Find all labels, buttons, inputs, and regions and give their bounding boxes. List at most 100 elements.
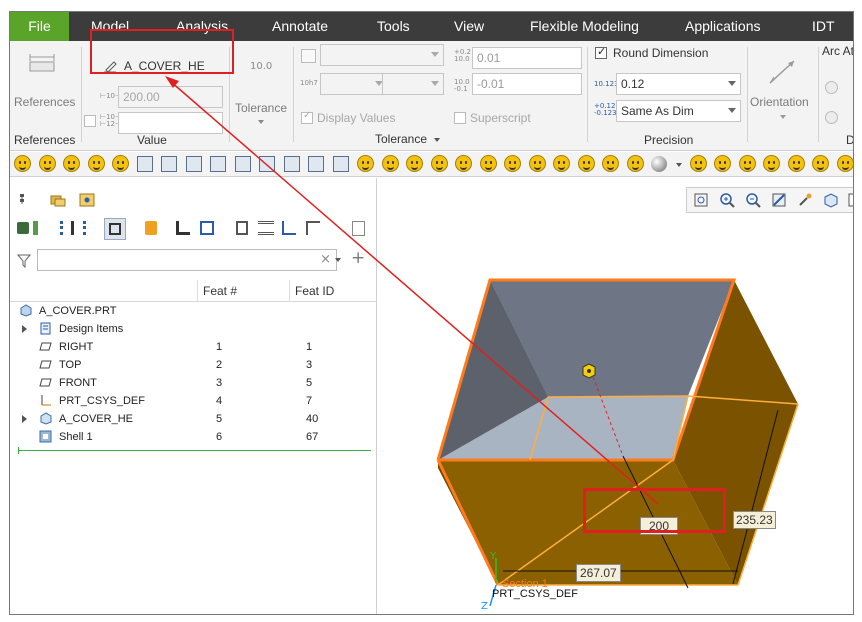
shading-dropdown-icon[interactable] bbox=[675, 163, 682, 167]
datum-point-icon[interactable] bbox=[582, 363, 596, 379]
lower-tolerance-field[interactable]: -0.01 bbox=[472, 73, 582, 95]
smiley-icon[interactable] bbox=[87, 155, 105, 172]
tree-row-feat-no: 2 bbox=[216, 359, 223, 371]
model-tree-tab-icon[interactable] bbox=[19, 193, 33, 207]
notes-icon[interactable] bbox=[352, 221, 365, 236]
upper-tolerance-field[interactable]: 0.01 bbox=[472, 47, 582, 69]
orientation-button[interactable]: Orientation bbox=[750, 45, 818, 125]
override-value-field[interactable] bbox=[118, 112, 223, 134]
menu-annotate[interactable]: Annotate bbox=[272, 12, 328, 41]
graphics-window[interactable]: 200 235.23 267.07 Section 1 PRT_CSYS_DEF… bbox=[378, 178, 853, 614]
tolerance-decimals-select[interactable]: Same As Dim bbox=[616, 100, 741, 122]
insert-here-line[interactable] bbox=[18, 450, 371, 451]
smiley-icon[interactable] bbox=[479, 155, 497, 172]
menu-view[interactable]: View bbox=[454, 12, 484, 41]
regenerate-icon[interactable] bbox=[234, 156, 251, 172]
smiley-icon[interactable] bbox=[406, 155, 423, 172]
nominal-value-field[interactable]: 200.00 bbox=[118, 86, 223, 108]
tree-row[interactable]: RIGHT 1 1 bbox=[10, 338, 377, 356]
references-button[interactable]: References bbox=[12, 45, 76, 115]
filter-funnel-icon[interactable] bbox=[17, 254, 31, 268]
tree-root[interactable]: A_COVER.PRT bbox=[10, 302, 377, 320]
tree-row[interactable]: Shell 1 6 67 bbox=[10, 428, 377, 446]
save-icon[interactable] bbox=[185, 156, 202, 172]
smiley-icon[interactable] bbox=[504, 155, 521, 172]
tolerance-group-dropdown[interactable]: Tolerance bbox=[375, 132, 455, 148]
tree-row[interactable]: PRT_CSYS_DEF 4 7 bbox=[10, 392, 377, 410]
arc-option-1-radio[interactable] bbox=[825, 81, 838, 94]
smiley-icon[interactable] bbox=[63, 155, 80, 172]
settings-toggle-icon[interactable] bbox=[104, 218, 126, 240]
column-feat-no[interactable]: Feat # bbox=[203, 284, 237, 298]
decimals-select[interactable]: 0.12 bbox=[616, 73, 741, 95]
tree-row[interactable]: Design Items bbox=[10, 320, 377, 338]
dimension-width-tag[interactable]: 267.07 bbox=[576, 564, 621, 582]
clear-search-icon[interactable]: × bbox=[320, 252, 331, 267]
smiley-icon[interactable] bbox=[763, 155, 780, 172]
smiley-icon[interactable] bbox=[553, 155, 570, 172]
smiley-icon[interactable] bbox=[14, 155, 31, 172]
find-icon[interactable] bbox=[145, 221, 157, 235]
tree-row[interactable]: A_COVER_HE 5 40 bbox=[10, 410, 377, 428]
menu-flexible-modeling[interactable]: Flexible Modeling bbox=[530, 12, 639, 41]
shading-sphere-icon[interactable] bbox=[651, 156, 667, 172]
smiley-icon[interactable] bbox=[602, 155, 619, 172]
smiley-icon[interactable] bbox=[381, 155, 399, 172]
sort-icon[interactable] bbox=[176, 221, 190, 235]
edit-icon[interactable] bbox=[332, 156, 349, 172]
expand-icon[interactable] bbox=[306, 221, 320, 235]
smiley-icon[interactable] bbox=[112, 155, 129, 172]
smiley-icon[interactable] bbox=[577, 155, 595, 172]
tolerance-class-select[interactable] bbox=[320, 73, 388, 95]
add-column-icon[interactable]: + bbox=[351, 248, 365, 268]
smiley-icon[interactable] bbox=[812, 155, 829, 172]
tree-filter-icon[interactable] bbox=[83, 221, 93, 235]
undo-icon[interactable] bbox=[259, 156, 275, 172]
new-file-icon[interactable] bbox=[161, 156, 177, 172]
layer-tree-icon[interactable] bbox=[200, 221, 214, 235]
menu-idt[interactable]: IDT bbox=[812, 12, 835, 41]
stack-icon[interactable] bbox=[258, 221, 274, 235]
tree-search-input[interactable]: × bbox=[37, 249, 337, 271]
expand-arrow-icon[interactable] bbox=[22, 325, 27, 333]
smiley-icon[interactable] bbox=[626, 155, 644, 172]
folder-browser-tab-icon[interactable] bbox=[50, 193, 66, 207]
expand-arrow-icon[interactable] bbox=[22, 415, 27, 423]
tolerance-grade-select[interactable] bbox=[382, 73, 444, 95]
smiley-icon[interactable] bbox=[836, 155, 853, 172]
smiley-icon[interactable] bbox=[455, 155, 472, 172]
list-icon[interactable] bbox=[236, 221, 248, 235]
redo-icon[interactable] bbox=[283, 156, 300, 172]
search-dropdown-icon[interactable] bbox=[335, 258, 341, 262]
smiley-icon[interactable] bbox=[714, 155, 731, 172]
favorites-tab-icon[interactable] bbox=[79, 193, 95, 207]
tree-columns-icon[interactable] bbox=[60, 221, 74, 235]
override-value-checkbox[interactable] bbox=[84, 115, 96, 127]
superscript-checkbox[interactable] bbox=[454, 112, 466, 124]
smiley-icon[interactable] bbox=[528, 155, 546, 172]
reload-icon[interactable] bbox=[136, 156, 153, 172]
show-icon[interactable] bbox=[17, 222, 29, 234]
menu-applications[interactable]: Applications bbox=[685, 12, 761, 41]
regen-icon[interactable] bbox=[282, 221, 296, 235]
menu-file[interactable]: File bbox=[10, 12, 69, 41]
smiley-icon[interactable] bbox=[787, 155, 805, 172]
display-values-checkbox[interactable]: ✓ bbox=[301, 110, 313, 124]
smiley-icon[interactable] bbox=[357, 155, 374, 172]
tree-row[interactable]: TOP 2 3 bbox=[10, 356, 377, 374]
dimension-depth-tag[interactable]: 235.23 bbox=[733, 511, 776, 529]
round-dimension-checkbox[interactable]: ✓ bbox=[595, 45, 607, 59]
menu-tools[interactable]: Tools bbox=[377, 12, 410, 41]
smiley-icon[interactable] bbox=[689, 155, 707, 172]
arc-option-2-radio[interactable] bbox=[825, 111, 838, 124]
open-folder-icon[interactable] bbox=[210, 156, 226, 172]
tolerance-button[interactable]: 10.0 Tolerance bbox=[232, 45, 290, 127]
tree-row[interactable]: FRONT 3 5 bbox=[10, 374, 377, 392]
tolerance-table-select[interactable] bbox=[320, 44, 444, 66]
show-dropdown-icon[interactable] bbox=[33, 221, 38, 235]
window-icon[interactable] bbox=[308, 156, 324, 172]
smiley-icon[interactable] bbox=[738, 155, 756, 172]
smiley-icon[interactable] bbox=[38, 155, 56, 172]
smiley-icon[interactable] bbox=[430, 155, 448, 172]
column-feat-id[interactable]: Feat ID bbox=[295, 284, 334, 298]
